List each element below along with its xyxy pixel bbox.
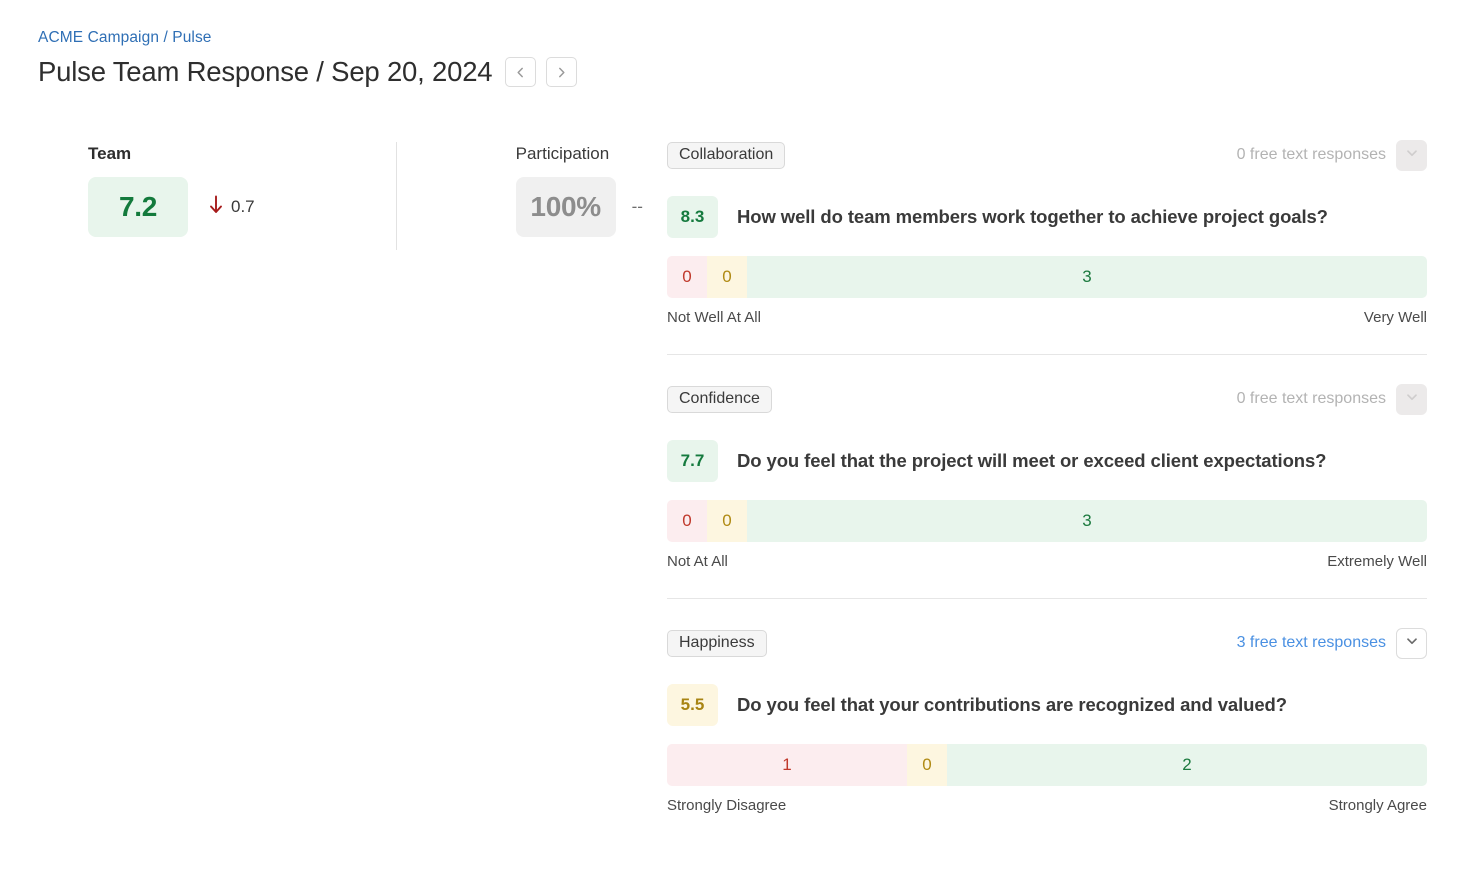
- question-list: Collaboration 0 free text responses 8.3 How…: [667, 139, 1427, 814]
- question-header: Confidence 0 free text responses: [667, 383, 1427, 415]
- distribution-segment-neu: 0: [907, 744, 947, 786]
- chevron-left-icon: [514, 66, 527, 79]
- question-body: 7.7 Do you feel that the project will mee…: [667, 440, 1427, 482]
- summary-metrics: Team 7.2 0.7 Participation 100% --: [88, 142, 643, 250]
- pulse-report-page: ACME Campaign / Pulse Pulse Team Respons…: [0, 0, 1464, 890]
- expand-responses-button[interactable]: [1396, 627, 1427, 659]
- free-text-responses-link: 0 free text responses: [1236, 390, 1386, 407]
- scale-label-high: Strongly Agree: [1328, 797, 1427, 814]
- scale-labels: Strongly Disagree Strongly Agree: [667, 797, 1427, 814]
- question-card: Happiness 3 free text responses 5.5 Do you …: [667, 627, 1427, 814]
- scale-label-low: Not Well At All: [667, 309, 761, 326]
- question-header: Collaboration 0 free text responses: [667, 139, 1427, 171]
- response-distribution-bar: 003: [667, 500, 1427, 542]
- question-header-actions: 3 free text responses: [1237, 627, 1427, 659]
- chevron-down-icon: [1405, 634, 1419, 653]
- chevron-down-icon: [1405, 146, 1419, 165]
- question-category-tag[interactable]: Collaboration: [667, 141, 786, 169]
- arrow-down-icon: [208, 195, 224, 219]
- page-header: ACME Campaign / Pulse Pulse Team Respons…: [38, 28, 578, 90]
- distribution-segment-neg: 0: [667, 500, 707, 542]
- free-text-responses-link: 0 free text responses: [1236, 146, 1386, 163]
- metrics-divider: [395, 142, 397, 250]
- question-text: Do you feel that the project will meet o…: [737, 450, 1327, 471]
- scale-label-high: Extremely Well: [1327, 553, 1427, 570]
- distribution-segment-neg: 0: [667, 256, 707, 298]
- card-spacer: [667, 599, 1427, 628]
- question-header-actions: 0 free text responses: [1236, 139, 1427, 171]
- metric-participation-label: Participation: [515, 144, 610, 163]
- card-spacer: [667, 355, 1427, 384]
- question-header-actions: 0 free text responses: [1236, 383, 1427, 415]
- question-category-tag[interactable]: Happiness: [667, 629, 767, 657]
- response-distribution-bar: 102: [667, 744, 1427, 786]
- distribution-segment-neg: 1: [667, 744, 907, 786]
- breadcrumb[interactable]: ACME Campaign / Pulse: [38, 28, 577, 48]
- metric-team-delta: 0.7: [208, 195, 255, 219]
- distribution-segment-neu: 0: [706, 500, 747, 542]
- title-row: Pulse Team Response / Sep 20, 2024: [38, 54, 578, 90]
- distribution-segment-pos: 3: [746, 500, 1427, 542]
- metric-team-value: 7.2: [88, 177, 188, 237]
- metric-team-delta-value: 0.7: [231, 197, 255, 216]
- distribution-segment-neu: 0: [706, 256, 747, 298]
- scale-label-low: Not At All: [667, 553, 728, 570]
- metric-participation-row: 100% --: [515, 177, 643, 237]
- metric-participation-delta: --: [632, 197, 643, 217]
- page-title: Pulse Team Response / Sep 20, 2024: [38, 56, 493, 87]
- question-score-badge: 8.3: [667, 196, 718, 238]
- next-date-button[interactable]: [546, 57, 578, 87]
- response-distribution-bar: 003: [667, 256, 1427, 298]
- question-score-badge: 7.7: [667, 440, 718, 482]
- question-body: 8.3 How well do team members work togethe…: [667, 196, 1427, 238]
- metric-team: Team 7.2 0.7: [88, 142, 255, 237]
- question-card: Confidence 0 free text responses 7.7 Do you…: [667, 383, 1427, 570]
- question-text: Do you feel that your contributions are …: [737, 694, 1287, 715]
- scale-labels: Not Well At All Very Well: [667, 309, 1427, 326]
- distribution-segment-pos: 3: [746, 256, 1427, 298]
- scale-label-low: Strongly Disagree: [667, 797, 787, 814]
- question-text: How well do team members work together t…: [737, 206, 1328, 227]
- question-card: Collaboration 0 free text responses 8.3 How…: [667, 139, 1427, 326]
- date-navigation: [505, 57, 578, 87]
- metric-participation: Participation 100% --: [515, 142, 643, 237]
- metric-participation-value: 100%: [515, 177, 616, 237]
- distribution-segment-pos: 2: [946, 744, 1427, 786]
- free-text-responses-link[interactable]: 3 free text responses: [1237, 634, 1386, 652]
- question-header: Happiness 3 free text responses: [667, 627, 1427, 659]
- metric-team-label: Team: [88, 144, 132, 163]
- scale-labels: Not At All Extremely Well: [667, 553, 1427, 570]
- expand-responses-button: [1396, 383, 1427, 415]
- metric-participation-delta-value: --: [631, 197, 643, 216]
- question-score-badge: 5.5: [667, 684, 718, 726]
- scale-label-high: Very Well: [1363, 309, 1427, 326]
- previous-date-button[interactable]: [505, 57, 537, 87]
- expand-responses-button: [1396, 139, 1427, 171]
- chevron-down-icon: [1405, 390, 1419, 409]
- question-category-tag[interactable]: Confidence: [667, 385, 772, 413]
- question-body: 5.5 Do you feel that your contributions a…: [667, 684, 1427, 726]
- metric-team-row: 7.2 0.7: [88, 177, 255, 237]
- chevron-right-icon: [555, 66, 568, 79]
